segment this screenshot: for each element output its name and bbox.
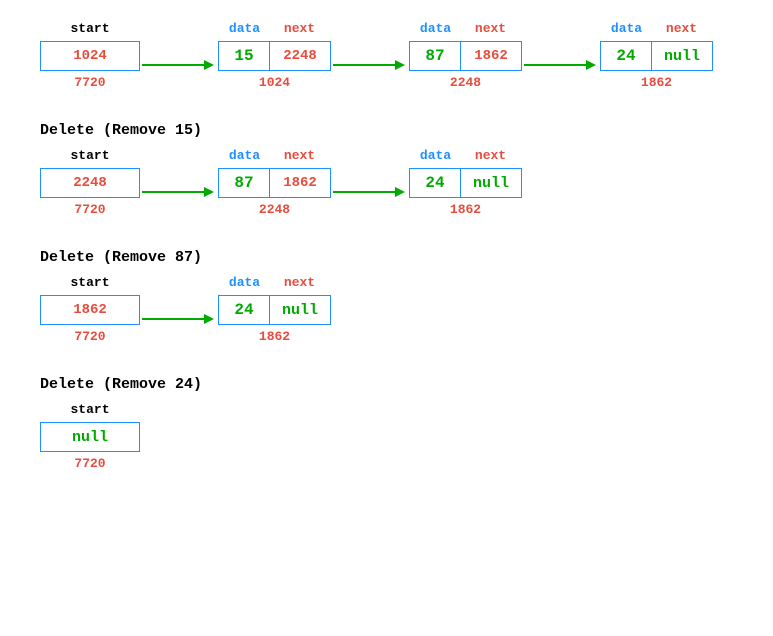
start-box: null (40, 422, 140, 452)
start-box: 1862 (40, 295, 140, 325)
state-title: Delete (Remove 24) (40, 376, 753, 393)
node-next: null (270, 296, 330, 324)
node-data: 87 (410, 42, 461, 70)
node-2: datanext24null1862 (600, 20, 713, 92)
start-pointer: start 1024 7720 (40, 20, 140, 92)
node-next: 1862 (461, 42, 521, 70)
data-label: data (220, 274, 270, 292)
start-address: 7720 (74, 455, 105, 473)
node-0: datanext24null1862 (218, 274, 331, 346)
linked-list-row: start18627720datanext24null1862 (40, 274, 753, 346)
next-label: next (461, 147, 521, 165)
state-title: Delete (Remove 87) (40, 249, 753, 266)
arrow-icon (140, 188, 218, 196)
node-box: 24null (218, 295, 331, 325)
node-address: 1862 (450, 201, 481, 219)
next-label: next (270, 147, 330, 165)
next-label: next (270, 274, 330, 292)
node-header: datanext (602, 20, 712, 38)
node-next: 2248 (270, 42, 330, 70)
state-2: Delete (Remove 87)start18627720datanext2… (20, 249, 753, 346)
node-0: datanext8718622248 (218, 147, 331, 219)
start-box: 2248 (40, 168, 140, 198)
node-header: datanext (411, 20, 521, 38)
node-next: 1862 (270, 169, 330, 197)
linked-list-row: start null 7720 (40, 401, 753, 473)
state-title: Delete (Remove 15) (40, 122, 753, 139)
arrow-icon (140, 61, 218, 69)
node-address: 2248 (259, 201, 290, 219)
linked-list-row: start22487720datanext8718622248datanext2… (40, 147, 753, 219)
node-address: 1024 (259, 74, 290, 92)
data-label: data (602, 20, 652, 38)
data-label: data (411, 20, 461, 38)
start-address: 7720 (74, 328, 105, 346)
node-1: datanext8718622248 (409, 20, 522, 92)
node-box: 152248 (218, 41, 331, 71)
node-box: 24null (600, 41, 713, 71)
node-1: datanext24null1862 (409, 147, 522, 219)
node-box: 871862 (409, 41, 522, 71)
next-label: next (461, 20, 521, 38)
node-data: 87 (219, 169, 270, 197)
start-address: 7720 (74, 201, 105, 219)
node-0: datanext1522481024 (218, 20, 331, 92)
data-label: data (220, 20, 270, 38)
state-0: start10247720datanext1522481024datanext8… (20, 20, 753, 92)
node-data: 24 (601, 42, 652, 70)
node-header: datanext (220, 147, 330, 165)
node-address: 2248 (450, 74, 481, 92)
start-pointer: start 1862 7720 (40, 274, 140, 346)
node-next: null (652, 42, 712, 70)
node-data: 15 (219, 42, 270, 70)
arrow-icon (331, 61, 409, 69)
node-data: 24 (219, 296, 270, 324)
node-next: null (461, 169, 521, 197)
start-label: start (70, 147, 109, 165)
data-label: data (220, 147, 270, 165)
node-header: datanext (220, 274, 330, 292)
start-label: start (70, 401, 109, 419)
linked-list-row: start10247720datanext1522481024datanext8… (40, 20, 753, 92)
arrow-icon (522, 61, 600, 69)
arrow-icon (331, 188, 409, 196)
arrow-icon (140, 315, 218, 323)
data-label: data (411, 147, 461, 165)
node-header: datanext (411, 147, 521, 165)
start-label: start (70, 20, 109, 38)
linked-list-diagram: start10247720datanext1522481024datanext8… (20, 20, 753, 473)
node-box: 24null (409, 168, 522, 198)
start-pointer: start 2248 7720 (40, 147, 140, 219)
start-label: start (70, 274, 109, 292)
node-address: 1862 (641, 74, 672, 92)
start-address: 7720 (74, 74, 105, 92)
state-3: Delete (Remove 24) start null 7720 (20, 376, 753, 473)
next-label: next (270, 20, 330, 38)
state-1: Delete (Remove 15)start22487720datanext8… (20, 122, 753, 219)
start-box: 1024 (40, 41, 140, 71)
node-address: 1862 (259, 328, 290, 346)
start-pointer: start null 7720 (40, 401, 140, 473)
node-data: 24 (410, 169, 461, 197)
node-box: 871862 (218, 168, 331, 198)
node-header: datanext (220, 20, 330, 38)
next-label: next (652, 20, 712, 38)
